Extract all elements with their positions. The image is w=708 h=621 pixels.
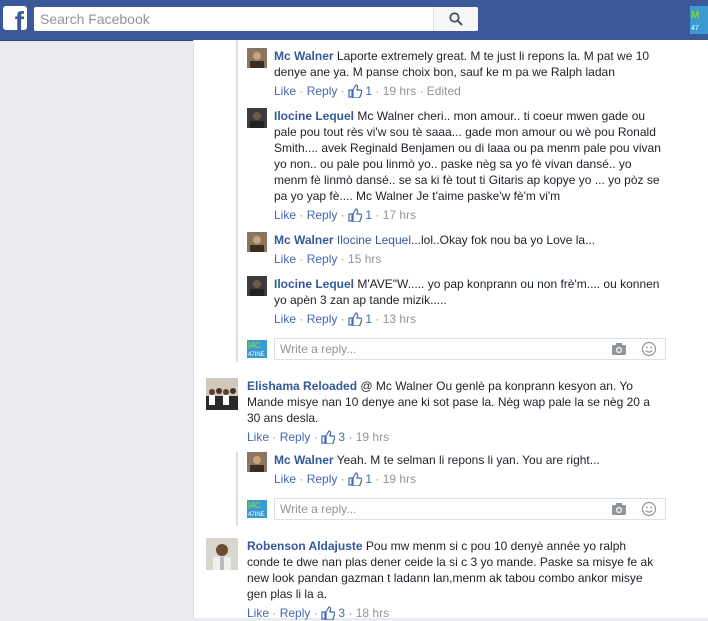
search-box	[34, 7, 478, 31]
avatar[interactable]	[247, 276, 267, 296]
comment-text: ...lol..Okay fok nou ba yo Love la...	[410, 233, 596, 247]
comments-panel: Mc Walner Laporte extremely great. M te …	[193, 40, 708, 620]
reply-input[interactable]	[275, 339, 580, 359]
comment-text: Mc Walner cheri.. mon amour.. ti coeur m…	[274, 109, 661, 203]
svg-text:MC: MC	[248, 341, 261, 350]
svg-text:47INE: 47INE	[248, 352, 265, 358]
comment-text: Yeah. M te selman li repons li yan. You …	[336, 453, 600, 467]
current-user-avatar: MC 47INE	[247, 340, 267, 358]
replies-thread-line	[236, 452, 238, 526]
thumbs-up-icon[interactable]	[348, 312, 363, 326]
reply-input[interactable]	[275, 499, 580, 519]
reply-button[interactable]: Reply	[307, 252, 338, 266]
reply-composer	[274, 338, 666, 360]
reply-button[interactable]: Reply	[280, 430, 311, 444]
thumbs-up-icon[interactable]	[348, 208, 363, 222]
search-icon	[449, 12, 463, 26]
search-button[interactable]	[433, 7, 478, 31]
comment-time[interactable]: 19 hrs	[383, 84, 416, 98]
avatar[interactable]	[206, 538, 238, 570]
comment-time[interactable]: 19 hrs	[383, 472, 416, 486]
reply-composer	[274, 498, 666, 520]
like-button[interactable]: Like	[247, 430, 269, 444]
like-button[interactable]: Like	[274, 252, 296, 266]
reply-button[interactable]: Reply	[307, 84, 338, 98]
comment-actions: Like · Reply · 1 · 19 hrs	[274, 472, 417, 486]
search-input[interactable]	[34, 7, 440, 31]
like-button[interactable]: Like	[274, 84, 296, 98]
comment-author[interactable]: Elishama Reloaded	[247, 379, 357, 393]
like-button[interactable]: Like	[274, 312, 296, 326]
smiley-icon[interactable]	[641, 501, 657, 517]
comment-actions: Like · Reply · 1 · 17 hrs	[274, 208, 417, 222]
comment-time[interactable]: 15 hrs	[348, 252, 381, 266]
svg-text:MC: MC	[248, 501, 261, 510]
logo-letter: f	[14, 6, 24, 31]
reply-button[interactable]: Reply	[307, 472, 338, 486]
reply-button[interactable]: Reply	[307, 208, 338, 222]
svg-text:M: M	[691, 10, 699, 21]
like-button[interactable]: Like	[274, 208, 296, 222]
like-count[interactable]: 1	[365, 312, 372, 326]
comment-author[interactable]: Ilocine Lequel	[274, 109, 354, 123]
avatar[interactable]	[247, 48, 267, 68]
like-count[interactable]: 1	[365, 84, 372, 98]
profile-avatar[interactable]: M 47	[690, 6, 708, 34]
comment-time[interactable]: 19 hrs	[356, 430, 389, 444]
comment-actions: Like · Reply · 3 · 18 hrs	[247, 606, 390, 620]
comment-actions: Like · Reply · 1 · 13 hrs	[274, 312, 417, 326]
edited-label[interactable]: Edited	[427, 84, 461, 98]
mention-tag[interactable]: Ilocine Lequel	[337, 233, 411, 247]
comment-author[interactable]: Ilocine Lequel	[274, 277, 354, 291]
comment-author[interactable]: Robenson Aldajuste	[247, 539, 363, 553]
comment-actions: Like · Reply · 1 · 19 hrs · Edited	[274, 84, 461, 98]
thumbs-up-icon[interactable]	[348, 84, 363, 98]
thumbs-up-icon[interactable]	[321, 430, 336, 444]
comment-author[interactable]: Mc Walner	[274, 453, 334, 467]
comment-author[interactable]: Mc Walner	[274, 233, 334, 247]
comment-actions: Like · Reply · 3 · 19 hrs	[247, 430, 390, 444]
top-bar: f M 47	[0, 0, 708, 41]
reply-button[interactable]: Reply	[307, 312, 338, 326]
comment-time[interactable]: 17 hrs	[383, 208, 416, 222]
like-count[interactable]: 1	[365, 208, 372, 222]
replies-thread-line	[236, 40, 238, 362]
like-count[interactable]: 3	[338, 430, 345, 444]
svg-text:47: 47	[691, 25, 699, 32]
avatar[interactable]	[247, 232, 267, 252]
comment-actions: Like · Reply · 15 hrs	[274, 252, 382, 266]
camera-icon[interactable]	[611, 502, 627, 516]
current-user-avatar: MC 47INE	[247, 500, 267, 518]
thumbs-up-icon[interactable]	[348, 472, 363, 486]
avatar[interactable]	[247, 108, 267, 128]
camera-icon[interactable]	[611, 342, 627, 356]
like-button[interactable]: Like	[274, 472, 296, 486]
like-count[interactable]: 1	[365, 472, 372, 486]
facebook-logo[interactable]: f	[3, 6, 27, 30]
comment-time[interactable]: 13 hrs	[383, 312, 416, 326]
smiley-icon[interactable]	[641, 341, 657, 357]
avatar[interactable]	[206, 378, 238, 410]
avatar[interactable]	[247, 452, 267, 472]
svg-text:47INE: 47INE	[248, 512, 265, 518]
comment-author[interactable]: Mc Walner	[274, 49, 334, 63]
